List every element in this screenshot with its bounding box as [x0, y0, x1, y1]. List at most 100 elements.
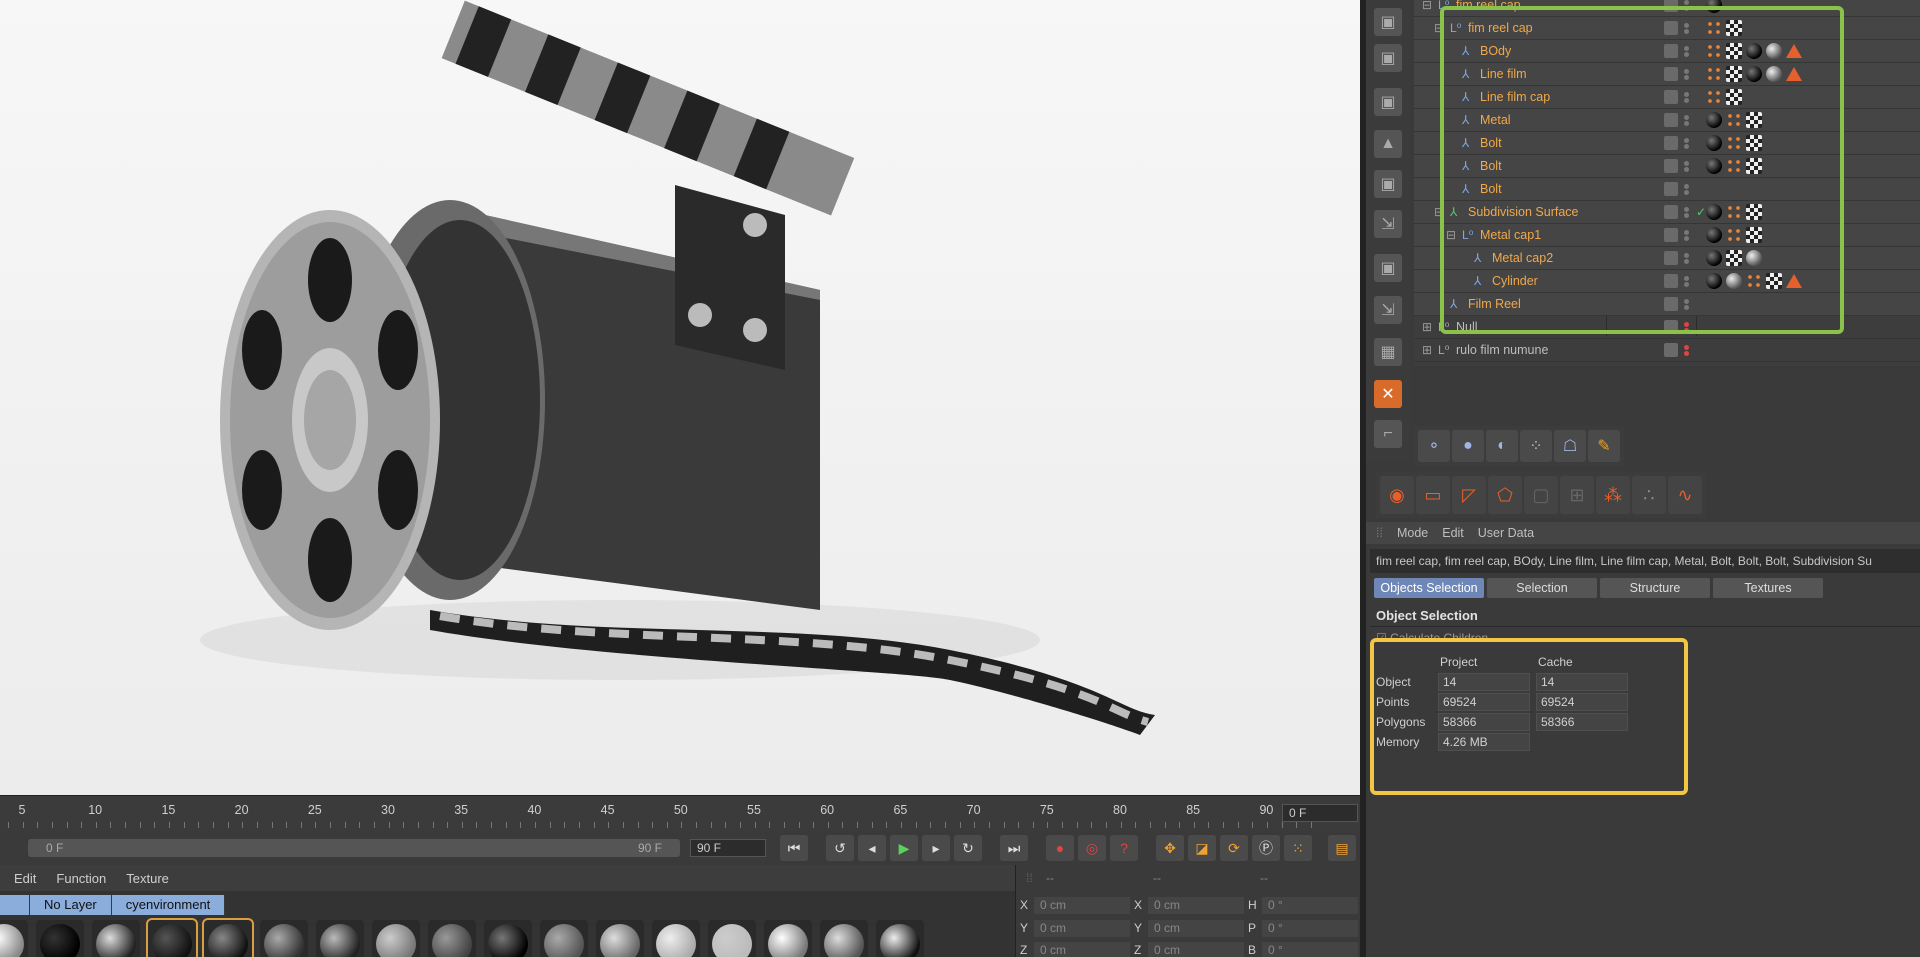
uvw-tag-icon[interactable]: [1726, 89, 1742, 105]
tab-objects-selection[interactable]: Objects Selection: [1374, 578, 1484, 598]
material-tag-icon[interactable]: [1726, 273, 1742, 289]
visibility-dots-icon[interactable]: [1684, 183, 1690, 196]
axis-tool-icon[interactable]: ⇲: [1374, 210, 1402, 238]
3d-viewport[interactable]: [0, 0, 1360, 795]
layer-box-icon[interactable]: [1664, 159, 1678, 173]
current-frame-field[interactable]: 0 F: [1282, 804, 1358, 822]
object-row[interactable]: ⅄ Metal: [1414, 109, 1920, 132]
layer-box-icon[interactable]: [1664, 297, 1678, 311]
filter-all[interactable]: [0, 895, 30, 915]
size-z-field[interactable]: 0 cm: [1148, 942, 1244, 957]
rotation-b-field[interactable]: 0 °: [1262, 942, 1358, 957]
sphere-icon[interactable]: ●: [1452, 430, 1484, 462]
go-to-start-icon[interactable]: ⏮: [780, 835, 808, 861]
next-frame-icon[interactable]: ▸: [922, 835, 950, 861]
material-swatch[interactable]: [372, 920, 420, 957]
layer-box-icon[interactable]: [1664, 320, 1678, 334]
layer-box-icon[interactable]: [1664, 274, 1678, 288]
object-name[interactable]: rulo film numune: [1456, 343, 1548, 357]
uvw-tag-icon[interactable]: [1746, 227, 1762, 243]
object-row[interactable]: ⊟ ⅄ Subdivision Surface ✓: [1414, 201, 1920, 224]
object-row[interactable]: ⊞ L⁰ Null: [1414, 316, 1920, 339]
collapse-icon[interactable]: ⊟: [1446, 228, 1456, 242]
go-to-end-icon[interactable]: ⏭: [1000, 835, 1028, 861]
phong-tag-icon[interactable]: [1706, 43, 1722, 59]
box-icon[interactable]: ▢: [1524, 476, 1558, 514]
uvw-tag-icon[interactable]: [1746, 158, 1762, 174]
uvw-tag-icon[interactable]: [1726, 250, 1742, 266]
material-swatch[interactable]: [652, 920, 700, 957]
rotation-p-field[interactable]: 0 °: [1262, 920, 1358, 937]
visibility-dots-icon[interactable]: [1684, 45, 1690, 58]
material-swatch[interactable]: [36, 920, 84, 957]
warning-tag-icon[interactable]: [1786, 44, 1802, 58]
material-tag-icon[interactable]: [1766, 66, 1782, 82]
material-swatch[interactable]: [484, 920, 532, 957]
layer-box-icon[interactable]: [1664, 90, 1678, 104]
expand-icon[interactable]: ⊞: [1422, 320, 1432, 334]
layer-box-icon[interactable]: [1664, 205, 1678, 219]
prev-frame-icon[interactable]: ◂: [858, 835, 886, 861]
phong-tag-icon[interactable]: [1746, 273, 1762, 289]
dots-icon[interactable]: ∴: [1632, 476, 1666, 514]
object-name[interactable]: Metal: [1480, 113, 1511, 127]
expand-icon[interactable]: ⊞: [1422, 343, 1432, 357]
object-row[interactable]: ⊟ L⁰ Metal cap1: [1414, 224, 1920, 247]
texture-grid-icon[interactable]: ▦: [1374, 338, 1402, 366]
rect-select-icon[interactable]: ▭: [1416, 476, 1450, 514]
object-name[interactable]: BOdy: [1480, 44, 1511, 58]
cube-mode-icon[interactable]: ▣: [1374, 254, 1402, 282]
axis-corner-icon[interactable]: ⌐: [1374, 420, 1402, 448]
material-swatch[interactable]: [0, 920, 28, 957]
object-row[interactable]: ⅄ Bolt: [1414, 178, 1920, 201]
next-key-icon[interactable]: ↻: [954, 835, 982, 861]
object-row[interactable]: ⊞ L⁰ rulo film numune: [1414, 339, 1920, 362]
film-strip-icon[interactable]: ▤: [1328, 835, 1356, 861]
live-select-icon[interactable]: ◉: [1380, 476, 1414, 514]
cube-mode-icon[interactable]: ▣: [1374, 8, 1402, 36]
particles-icon[interactable]: ⁘: [1520, 430, 1552, 462]
object-row[interactable]: ⅄ Line film cap: [1414, 86, 1920, 109]
material-tag-icon[interactable]: [1706, 0, 1722, 13]
uvw-tag-icon[interactable]: [1766, 273, 1782, 289]
phong-tag-icon[interactable]: [1726, 112, 1742, 128]
size-y-field[interactable]: 0 cm: [1148, 920, 1244, 937]
layer-box-icon[interactable]: [1664, 182, 1678, 196]
position-x-field[interactable]: 0 cm: [1034, 897, 1130, 914]
object-name[interactable]: Null: [1456, 320, 1478, 334]
object-row[interactable]: ⅄ Film Reel: [1414, 293, 1920, 316]
object-name[interactable]: Bolt: [1480, 136, 1502, 150]
visibility-dots-icon[interactable]: [1684, 160, 1690, 173]
object-name[interactable]: Cylinder: [1492, 274, 1538, 288]
uvw-tag-icon[interactable]: [1746, 204, 1762, 220]
visibility-dots-icon[interactable]: [1684, 114, 1690, 127]
object-row[interactable]: ⅄ Bolt: [1414, 155, 1920, 178]
material-swatch[interactable]: [876, 920, 924, 957]
cube-mode-icon[interactable]: ▣: [1374, 44, 1402, 72]
material-swatch[interactable]: [202, 918, 254, 957]
uvw-tag-icon[interactable]: [1746, 135, 1762, 151]
object-row[interactable]: ⅄ Metal cap2: [1414, 247, 1920, 270]
workplane-icon[interactable]: ✕: [1374, 380, 1402, 408]
layer-box-icon[interactable]: [1664, 67, 1678, 81]
material-swatch[interactable]: [596, 920, 644, 957]
visibility-dots-icon[interactable]: [1684, 0, 1690, 12]
layer-box-icon[interactable]: [1664, 228, 1678, 242]
visibility-dots-icon[interactable]: [1684, 298, 1690, 311]
record-icon[interactable]: ●: [1046, 835, 1074, 861]
tab-textures[interactable]: Textures: [1713, 578, 1823, 598]
cone-tool-icon[interactable]: ▲: [1374, 130, 1402, 158]
object-name[interactable]: Line film: [1480, 67, 1527, 81]
material-tag-icon[interactable]: [1706, 158, 1722, 174]
material-tag-icon[interactable]: [1706, 135, 1722, 151]
object-name[interactable]: Bolt: [1480, 182, 1502, 196]
ghost-icon[interactable]: ☖: [1554, 430, 1586, 462]
warning-tag-icon[interactable]: [1786, 67, 1802, 81]
cube-mode-icon[interactable]: ▣: [1374, 88, 1402, 116]
uvw-tag-icon[interactable]: [1726, 43, 1742, 59]
visibility-dots-icon[interactable]: [1684, 206, 1690, 219]
material-swatch[interactable]: [708, 920, 756, 957]
visibility-dots-icon[interactable]: [1684, 252, 1690, 265]
material-tag-icon[interactable]: [1746, 250, 1762, 266]
object-row[interactable]: ⅄ Line film: [1414, 63, 1920, 86]
